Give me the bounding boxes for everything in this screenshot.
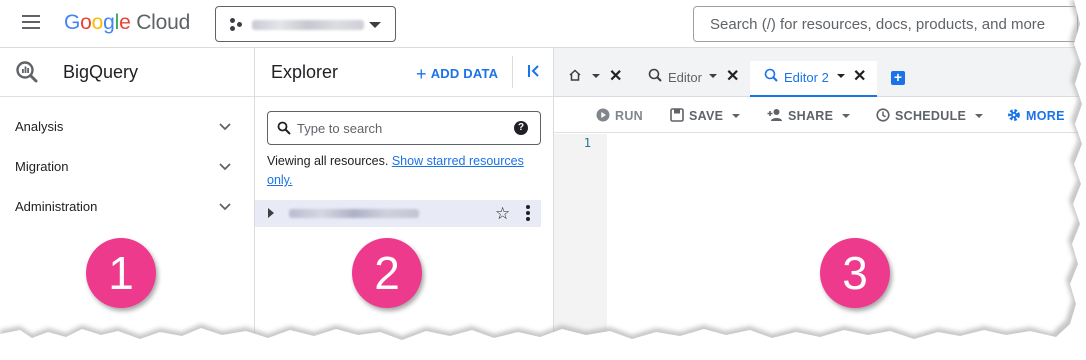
viewing-resources-text: Viewing all resources. Show starred reso… [267, 152, 549, 190]
search-icon [277, 121, 291, 135]
viewing-text: Viewing all resources. [267, 154, 389, 168]
nav-item-analysis[interactable]: Analysis [0, 107, 254, 147]
more-options-icon[interactable] [526, 205, 530, 221]
top-bar: Google Cloud Search (/) for resources, d… [0, 0, 1086, 48]
chevron-down-icon [709, 74, 717, 78]
bigquery-nav-panel: BigQuery Analysis Migration Administrati… [0, 48, 255, 360]
product-title: BigQuery [63, 62, 139, 82]
close-icon[interactable]: ✕ [609, 66, 622, 86]
explorer-search-input[interactable]: Type to search ? [267, 111, 541, 145]
run-label: RUN [615, 109, 643, 123]
project-tree-row[interactable]: ☆ [255, 200, 541, 227]
save-icon [670, 108, 684, 122]
save-label: SAVE [689, 109, 724, 123]
nav-item-administration[interactable]: Administration [0, 187, 254, 227]
nav-item-migration[interactable]: Migration [0, 147, 254, 187]
tab-label: Editor [668, 70, 702, 85]
project-picker[interactable] [215, 6, 396, 42]
line-number: 1 [583, 136, 591, 150]
main-menu-icon[interactable] [22, 15, 42, 31]
callout-3: 3 [820, 238, 890, 308]
editor-area: ✕ Editor ✕ Editor 2 ✕ + RUN SAVE SHARE S… [554, 48, 1086, 360]
close-icon[interactable]: ✕ [726, 66, 739, 86]
share-label: SHARE [788, 109, 834, 123]
add-person-icon [767, 109, 782, 121]
add-data-button[interactable]: + ADD DATA [416, 64, 498, 85]
nav-item-label: Analysis [15, 119, 64, 134]
chevron-down-icon [219, 123, 231, 131]
line-number-gutter: 1 [554, 134, 607, 360]
tab-label: Editor 2 [784, 70, 829, 85]
more-label: MORE [1026, 109, 1065, 123]
tab-editor-2[interactable]: Editor 2 ✕ [750, 61, 877, 97]
project-name-redacted [289, 209, 419, 218]
divider [512, 56, 513, 88]
schedule-button[interactable]: SCHEDULE [876, 108, 984, 123]
explorer-header: Explorer + ADD DATA [255, 48, 553, 97]
play-icon [596, 108, 610, 122]
query-icon [648, 68, 662, 82]
clock-icon [876, 108, 890, 122]
add-data-label: ADD DATA [430, 66, 499, 81]
tab-editor[interactable]: Editor ✕ [634, 61, 744, 97]
chevron-down-icon [369, 22, 381, 28]
project-name-redacted [252, 20, 364, 30]
share-button[interactable]: SHARE [767, 108, 851, 123]
gear-icon [1008, 109, 1020, 121]
explorer-title: Explorer [271, 62, 339, 82]
chevron-down-icon [837, 74, 845, 78]
help-icon[interactable]: ? [514, 121, 528, 135]
editor-toolbar: RUN SAVE SHARE SCHEDULE MORE [554, 98, 1086, 133]
editor-tab-bar: ✕ Editor ✕ Editor 2 ✕ + [554, 48, 1086, 97]
plus-icon: + [416, 64, 427, 84]
star-icon[interactable]: ☆ [495, 204, 510, 224]
new-query-tab-button[interactable]: + [891, 70, 905, 85]
more-button[interactable]: MORE [1007, 108, 1065, 123]
explorer-panel: Explorer + ADD DATA Type to search ? View… [255, 48, 554, 360]
chevron-down-icon [219, 163, 231, 171]
chevron-down-icon [592, 74, 600, 78]
schedule-label: SCHEDULE [895, 109, 967, 123]
search-placeholder: Type to search [297, 121, 383, 136]
save-button[interactable]: SAVE [670, 108, 741, 123]
chevron-down-icon [842, 114, 851, 118]
nav-header: BigQuery [0, 48, 254, 97]
project-icon [230, 18, 244, 32]
logo-cloud: Cloud [136, 11, 191, 34]
query-icon [764, 68, 778, 82]
home-icon [569, 69, 581, 81]
bigquery-icon [16, 61, 38, 83]
global-search-input[interactable]: Search (/) for resources, docs, products… [693, 6, 1078, 42]
callout-1: 1 [86, 238, 156, 308]
callout-2: 2 [352, 238, 422, 308]
logo-google: Google [64, 11, 131, 34]
nav-item-label: Administration [15, 199, 98, 214]
google-cloud-logo[interactable]: Google Cloud [64, 11, 190, 35]
run-button[interactable]: RUN [596, 108, 643, 123]
chevron-down-icon [732, 114, 741, 118]
nav-list: Analysis Migration Administration [0, 97, 254, 227]
nav-item-label: Migration [15, 159, 69, 174]
tab-home[interactable]: ✕ [554, 61, 624, 97]
chevron-down-icon [975, 114, 984, 118]
close-icon[interactable]: ✕ [853, 66, 866, 86]
expand-arrow-icon[interactable] [268, 208, 274, 218]
chevron-down-icon [219, 203, 231, 211]
collapse-panel-icon[interactable] [526, 63, 542, 79]
